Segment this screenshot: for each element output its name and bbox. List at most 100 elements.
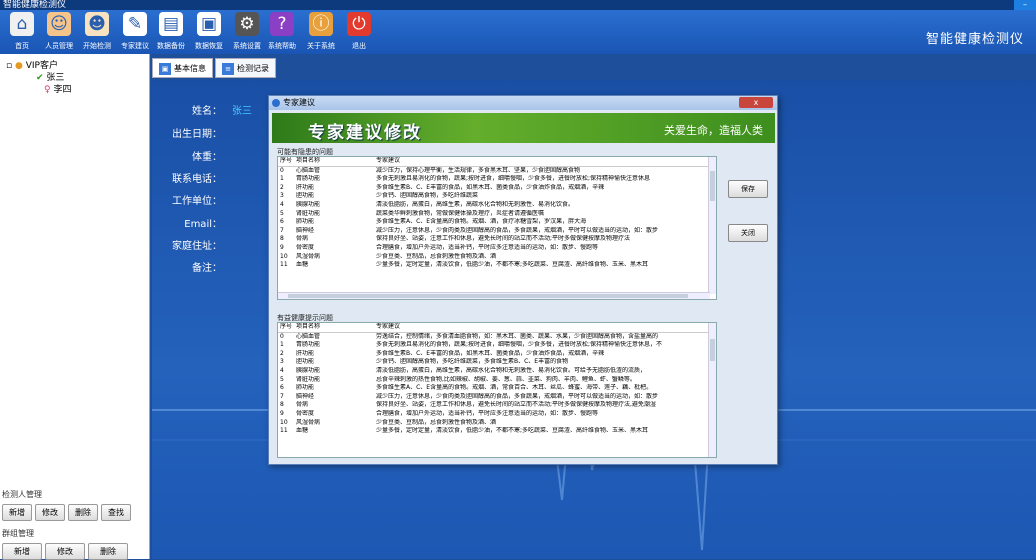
tree-node-zhangsan[interactable]: ✔ 张三 [6,72,71,84]
column-header[interactable]: 专家建议 [374,323,708,333]
group-management-group: 群组管理 新增 修改 删除 [2,528,148,560]
table-row[interactable]: 1 胃肠功能 多食无刺激且易消化的食物，蔬果;按时进食，细嚼慢咽，少食多餐，进餐时放… [278,341,708,350]
table-row[interactable]: 0 心脑血管 劳逸结合，控制情绪，多食清血脂食物，如：黑木耳、菌类、蔬果、水果，少食… [278,332,708,341]
risk-advice-grid[interactable]: 序号 项目名称 专家建议 0 心脑血管 减少压力，保持心理平衡，生活规律，多食黑木耳、坚果… [277,156,717,300]
table-cell: 保持良好坐、站姿，注意工作和休息，避免长时间的站立而不活动;平时多做保健按摩及物… [376,235,631,243]
table-cell: 少食豆类、豆制品，忌食刺激性食物及酒、酒 [376,418,497,426]
form-label: 体重： [192,152,222,163]
form-label: 联系电话： [172,174,222,185]
toolbar-button-3[interactable]: ✎ 专家建议 [116,12,154,52]
toolbar-button-6[interactable]: ⚙ 系统设置 [228,12,266,52]
table-cell: 肺功能 [296,218,315,226]
tree-node-label: 李四 [53,85,72,95]
collapse-icon[interactable]: ▫ [6,61,12,71]
column-header[interactable]: 序号 [278,323,294,333]
toolbar-label: 系统帮助 [268,42,296,50]
toolbar-button-9[interactable]: ⏻ 退出 [340,12,378,52]
table-cell: 胰腺功能 [296,200,321,208]
dialog-close-button[interactable]: x [739,97,773,108]
vertical-scrollbar[interactable] [708,157,716,294]
table-row[interactable]: 9 骨密度 合理膳食，增加户外运动，适当补钙，平时应多注意适当的运动，如：散步、慢跑… [278,410,708,419]
table-cell: 多食维生素B、C、E丰富的食品，如黑木耳、菌类食品，少食油炸食品，戒烟酒，辛辣 [376,183,605,191]
scroll-thumb[interactable] [710,339,715,361]
table-row[interactable]: 3 胆功能 少食钙、胆固醇高食物，多吃纤维蔬菜 [278,192,708,201]
table-row[interactable]: 10 风湿骨病 少食豆类、豆制品，忌食刺激性食物及酒、酒 [278,419,708,428]
minimize-button[interactable]: – [1014,0,1036,10]
tab-basic-info[interactable]: ▣ 基本信息 [152,58,213,78]
column-header[interactable]: 专家建议 [374,157,708,167]
doctor-icon: ☻ [85,12,109,36]
healthy-advice-grid[interactable]: 序号 项目名称 专家建议 0 心脑血管 劳逸结合，控制情绪，多食清血脂食物，如：黑木耳、菌… [277,322,717,458]
vertical-scrollbar[interactable] [708,323,716,457]
table-cell: 风湿骨病 [296,418,321,426]
table-row[interactable]: 10 风湿骨病 少食豆类、豆制品，忌食刺激性食物及酒、酒 [278,253,708,262]
close-button[interactable]: 关闭 [728,224,768,242]
record-icon: ≡ [222,62,234,75]
dialog-app-icon [272,99,280,107]
table-row[interactable]: 4 胰腺功能 清淡低脂肪，高蛋白，高维生素，高碳水化合物和无刺激性、易消化饮食。 [278,201,708,210]
brand-title: 智能健康检测仪 [925,32,1024,47]
table-row[interactable]: 3 胆功能 少食钙、胆固醇高食物，多吃纤维蔬菜，多食维生素B、C、E丰富的食物 [278,358,708,367]
table-row[interactable]: 4 胰腺功能 清淡低脂肪，高蛋白，高维生素，高碳水化合物和无刺激性、易消化饮食。可给… [278,367,708,376]
toolbar-button-0[interactable]: ⌂ 首页 [3,12,41,52]
toolbar-button-2[interactable]: ☻ 开始检测 [78,12,116,52]
table-row[interactable]: 7 脑神经 减少压力，注意休息，少食肉类及胆固醇高的食品，多食蔬果，戒烟酒，平时可以… [278,393,708,402]
person-icon: ♀ [44,85,51,95]
scroll-thumb[interactable] [288,294,688,298]
table-row[interactable]: 0 心脑血管 减少压力，保持心理平衡，生活规律，多食黑木耳、坚果，少食胆固醇高食物 [278,166,708,175]
table-row[interactable]: 2 肝功能 多食维生素B、C、E丰富的食品，如黑木耳、菌类食品，少食油炸食品，戒烟酒… [278,350,708,359]
delete-group-button[interactable]: 删除 [88,543,128,560]
table-cell: 肺功能 [296,384,315,392]
table-cell: 肝功能 [296,183,315,191]
toolbar-button-7[interactable]: ? 系统帮助 [263,12,301,52]
edit-person-button[interactable]: 修改 [35,504,65,521]
toolbar-button-8[interactable]: ⓘ 关于系统 [302,12,340,52]
save-button[interactable]: 保存 [728,180,768,198]
table-row[interactable]: 7 脑神经 减少压力，注意休息，少食肉类及胆固醇高的食品，多食蔬果，戒烟酒，平时可以… [278,227,708,236]
table-row[interactable]: 11 血糖 少量多餐，定时定量，清淡饮食，低脂少油，不都不寒;多吃蔬菜、豆腐渣、高纤… [278,427,708,436]
horizontal-scrollbar[interactable] [278,292,710,299]
column-header[interactable]: 项目名称 [294,157,374,167]
column-header[interactable]: 项目名称 [294,323,374,333]
form-label: 姓名： [192,106,222,117]
tab-label: 检测记录 [237,64,269,73]
table-row[interactable]: 8 骨病 保持良好坐、站姿，注意工作和休息，避免长时间的站立而不活动;平时多做保健按… [278,401,708,410]
table-cell: 0 [280,332,284,340]
toolbar-label: 数据恢复 [195,42,223,50]
scroll-thumb[interactable] [710,171,715,201]
table-row[interactable]: 1 胃肠功能 多食无刺激且易消化的食物，蔬果;按时进食，细嚼慢咽，少食多餐，进餐时放… [278,175,708,184]
toolbar-label: 专家建议 [121,42,149,50]
banner: 专家建议修改 关爱生命，造福人类 [272,113,775,143]
table-cell: 11 [280,261,288,269]
table-row[interactable]: 5 肾脏功能 忌食辛辣刺激的热性食物,比如辣椒、胡椒、姜、葱、蒜、韭菜、狗肉、羊肉、… [278,376,708,385]
table-row[interactable]: 5 肾脏功能 蔬菜类华鲜刺激食物，常做保健体操及理疗，炎症者请遵循医嘱 [278,210,708,219]
toolbar-button-1[interactable]: ☺ 人员管理 [40,12,78,52]
toolbar-label: 人员管理 [45,42,73,50]
group-icon: ● [14,61,23,71]
main-toolbar: ⌂ 首页 ☺ 人员管理 ☻ 开始检测 ✎ 专家建议 ▤ 数据备份 ▣ 数据恢复 ⚙ 系统设置? 系统帮助 ⓘ 关… [0,10,1036,54]
table-row[interactable]: 8 骨病 保持良好坐、站姿，注意工作和休息，避免长时间的站立而不活动;平时多做保健按… [278,235,708,244]
table-row[interactable]: 6 肺功能 多食维生素A、C、E含量高的食物。戒烟、酒，食疗冰糖雪梨，罗汉果，胖大海 [278,218,708,227]
table-row[interactable]: 2 肝功能 多食维生素B、C、E丰富的食品，如黑木耳、菌类食品，少食油炸食品，戒烟酒… [278,184,708,193]
toolbar-button-5[interactable]: ▣ 数据恢复 [190,12,228,52]
edit-group-button[interactable]: 修改 [45,543,85,560]
delete-person-button[interactable]: 删除 [68,504,98,521]
table-cell: 1 [280,341,284,349]
table-row[interactable]: 6 肺功能 多食维生素A、C、E含量高的食物。戒烟、酒，常食百合、木耳、丝瓜、蜂蜜、… [278,384,708,393]
table-cell: 血糖 [296,261,309,269]
tree-root[interactable]: ▫ ● VIP客户 [6,60,71,72]
find-person-button[interactable]: 查找 [101,504,131,521]
table-cell: 8 [280,401,284,409]
toolbar-label: 退出 [352,42,366,50]
add-person-button[interactable]: 新增 [2,504,32,521]
toolbar-button-4[interactable]: ▤ 数据备份 [152,12,190,52]
add-group-button[interactable]: 新增 [2,543,42,560]
table-row[interactable]: 11 血糖 少量多餐，定时定量，清淡饮食，低脂少油，不都不寒;多吃蔬菜、豆腐渣、高纤… [278,261,708,270]
table-row[interactable]: 9 骨密度 合理膳食，增加户外运动，适当补钙，平时应多注意适当的运动，如：散步、慢跑… [278,244,708,253]
column-header[interactable]: 序号 [278,157,294,167]
table-cell: 脑神经 [296,226,315,234]
table-cell: 血糖 [296,427,309,435]
tree-node-lisi[interactable]: ♀ 李四 [6,84,71,96]
tab-test-records[interactable]: ≡ 检测记录 [215,58,276,78]
table-cell: 3 [280,358,284,366]
